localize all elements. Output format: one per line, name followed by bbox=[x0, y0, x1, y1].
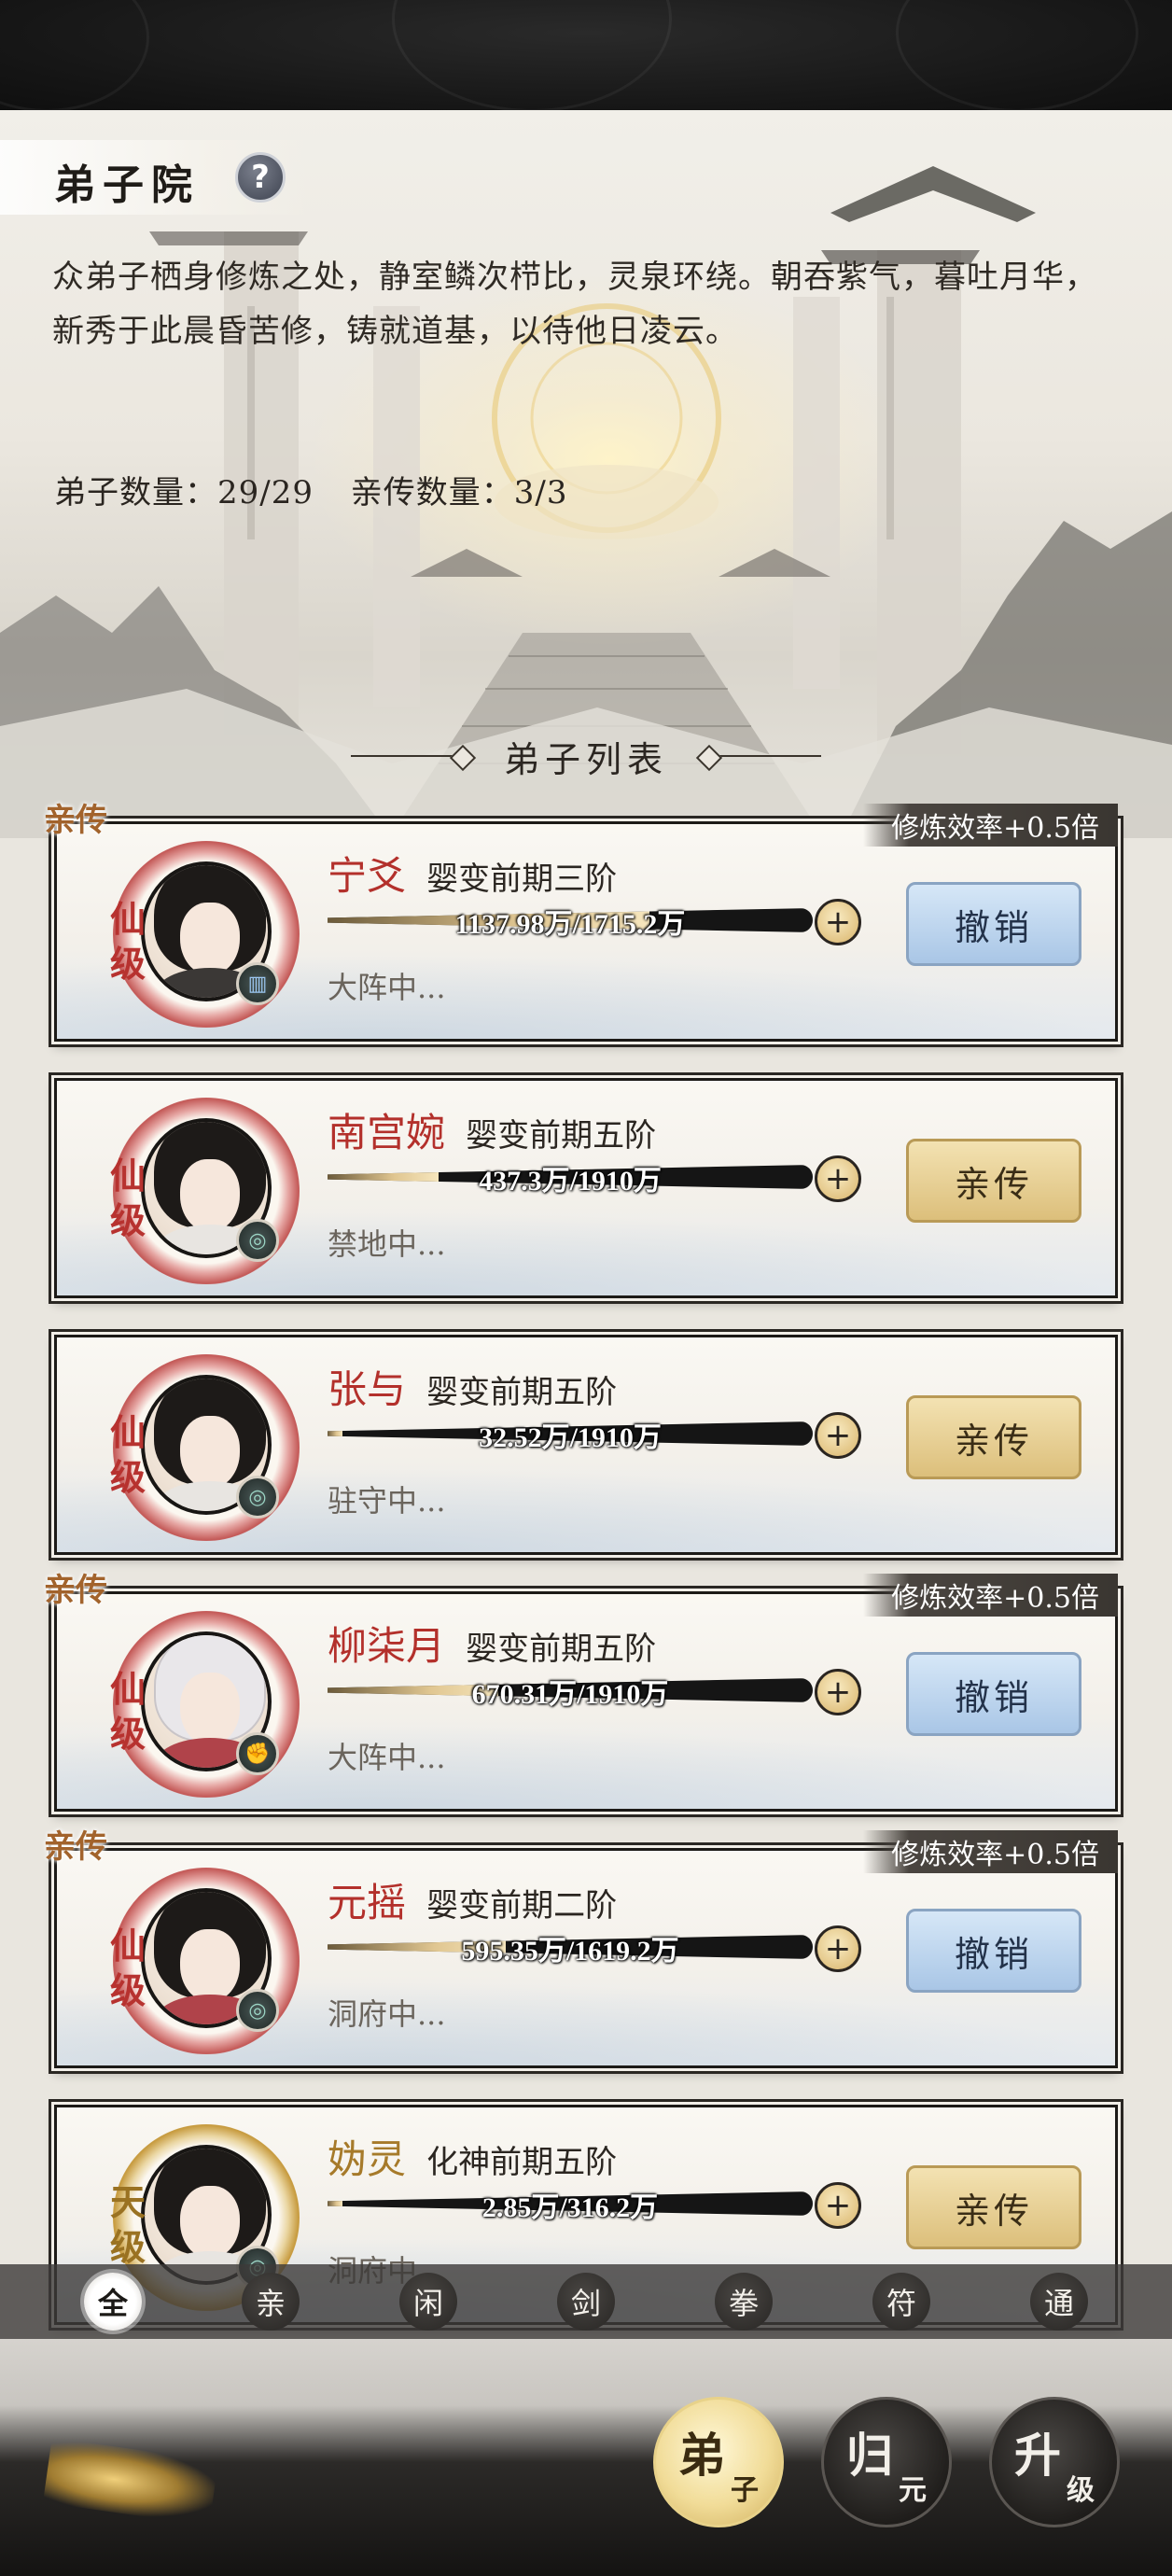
disciple-name-line: 妫灵 化神前期五阶 bbox=[328, 2128, 617, 2185]
filter-direct[interactable]: 亲 bbox=[242, 2273, 300, 2331]
bottom-nav-bar: 弟 子 归 元 升 级 bbox=[0, 2339, 1172, 2576]
revoke-button[interactable]: 撤销 bbox=[906, 882, 1081, 966]
cultivation-progress-text: 1137.98万/1715.2万 bbox=[454, 909, 686, 940]
nav-upgrade-button[interactable]: 升 级 bbox=[989, 2397, 1120, 2527]
disciple-card[interactable]: 仙级 ◎ 张与 婴变前期五阶 32.52万/1910万 + 驻守中... 亲传 bbox=[54, 1335, 1118, 1555]
filter-fist[interactable]: 拳 bbox=[715, 2273, 773, 2331]
grade-label: 仙级 bbox=[109, 1411, 146, 1498]
grade-label: 仙级 bbox=[109, 1155, 146, 1241]
cultivation-progress-text: 2.85万/316.2万 bbox=[481, 2192, 659, 2223]
disciple-name: 宁爻 bbox=[328, 853, 407, 899]
disciple-name-line: 柳柒月 婴变前期五阶 bbox=[328, 1615, 656, 1672]
add-cultivation-button[interactable]: + bbox=[815, 1925, 861, 1972]
swirl-icon: ◎ bbox=[236, 1989, 279, 2032]
disciple-card[interactable]: 亲传 修炼效率+0.5倍 仙级 ✊ 柳柒月 婴变前期五阶 670.31万/191… bbox=[44, 1572, 1118, 1812]
add-cultivation-button[interactable]: + bbox=[815, 2182, 861, 2229]
disciple-name-line: 元摇 婴变前期二阶 bbox=[328, 1871, 617, 1928]
disciple-name: 元摇 bbox=[328, 1880, 407, 1925]
list-heading: 弟子列表 bbox=[0, 728, 1172, 784]
cultivation-progress-text: 32.52万/1910万 bbox=[479, 1422, 662, 1453]
ornament-right bbox=[700, 745, 821, 767]
cultivation-progress-text: 437.3万/1910万 bbox=[479, 1166, 662, 1197]
disciple-name: 张与 bbox=[328, 1366, 407, 1412]
disciple-status: 大阵中... bbox=[328, 1740, 446, 1775]
make-direct-button[interactable]: 亲传 bbox=[906, 1139, 1081, 1223]
grade-label: 仙级 bbox=[109, 898, 146, 985]
nav-disciples-button[interactable]: 弟 子 bbox=[653, 2397, 784, 2527]
count-summary: 弟子数量：29/29 亲传数量：3/3 bbox=[54, 467, 594, 512]
nav-return-label: 归 bbox=[846, 2428, 893, 2483]
formation-icon: ▥ bbox=[236, 962, 279, 1005]
nav-disciples-label: 弟 bbox=[678, 2428, 725, 2483]
direct-disciple-tag: 亲传 bbox=[44, 1572, 107, 1609]
nav-disciples-sublabel: 子 bbox=[731, 2474, 759, 2507]
category-filter-bar: 全 亲 闲 剑 拳 符 通 bbox=[0, 2264, 1172, 2339]
revoke-button[interactable]: 撤销 bbox=[906, 1909, 1081, 1993]
disciple-count: 弟子数量：29/29 bbox=[54, 474, 314, 511]
disciple-status: 大阵中... bbox=[328, 970, 446, 1005]
top-decorative-band bbox=[0, 0, 1172, 112]
grade-label: 天级 bbox=[109, 2181, 146, 2268]
filter-all[interactable]: 全 bbox=[84, 2273, 142, 2331]
revoke-button[interactable]: 撤销 bbox=[906, 1652, 1081, 1736]
nav-return-button[interactable]: 归 元 bbox=[821, 2397, 952, 2527]
cultivation-bonus-tag: 修炼效率+0.5倍 bbox=[863, 804, 1118, 847]
nav-return-sublabel: 元 bbox=[899, 2474, 927, 2507]
disciple-name-line: 南宫婉 婴变前期五阶 bbox=[328, 1101, 656, 1158]
cultivation-bonus-tag: 修炼效率+0.5倍 bbox=[863, 1574, 1118, 1617]
disciple-name: 妫灵 bbox=[328, 2136, 407, 2182]
nav-upgrade-label: 升 bbox=[1014, 2428, 1061, 2483]
filter-idle[interactable]: 闲 bbox=[399, 2273, 457, 2331]
filter-talisman[interactable]: 符 bbox=[872, 2273, 930, 2331]
make-direct-button[interactable]: 亲传 bbox=[906, 1395, 1081, 1479]
disciple-realm: 婴变前期二阶 bbox=[426, 1887, 618, 1925]
disciple-status: 驻守中... bbox=[328, 1483, 446, 1519]
disciple-realm: 婴变前期五阶 bbox=[426, 1374, 618, 1411]
make-direct-button[interactable]: 亲传 bbox=[906, 2165, 1081, 2249]
add-cultivation-button[interactable]: + bbox=[815, 1669, 861, 1715]
direct-disciple-tag: 亲传 bbox=[44, 1828, 107, 1866]
grade-label: 仙级 bbox=[109, 1925, 146, 2011]
disciple-card[interactable]: 亲传 修炼效率+0.5倍 仙级 ◎ 元摇 婴变前期二阶 595.35万/1619… bbox=[44, 1828, 1118, 2068]
add-cultivation-button[interactable]: + bbox=[815, 899, 861, 945]
disciple-realm: 化神前期五阶 bbox=[426, 2144, 618, 2181]
add-cultivation-button[interactable]: + bbox=[815, 1155, 861, 1202]
intro-text: 众弟子栖身修炼之处，静室鳞次栉比，灵泉环绕。朝吞紫气，暮吐月华，新秀于此晨昏苦修… bbox=[52, 259, 1097, 350]
direct-count: 亲传数量：3/3 bbox=[350, 474, 568, 511]
filter-sword[interactable]: 剑 bbox=[557, 2273, 615, 2331]
ornament-left bbox=[350, 745, 472, 767]
disciple-name-line: 张与 婴变前期五阶 bbox=[328, 1358, 617, 1415]
fist-icon: ✊ bbox=[236, 1732, 279, 1775]
list-title: 弟子列表 bbox=[503, 738, 668, 780]
add-cultivation-button[interactable]: + bbox=[815, 1412, 861, 1459]
ink-brush-decoration bbox=[43, 2437, 218, 2527]
disciple-realm: 婴变前期五阶 bbox=[466, 1631, 657, 1668]
swirl-icon: ◎ bbox=[236, 1219, 279, 1262]
disciple-realm: 婴变前期五阶 bbox=[466, 1117, 657, 1155]
disciple-card[interactable]: 亲传 修炼效率+0.5倍 仙级 ▥ 宁爻 婴变前期三阶 1137.98万/171… bbox=[44, 802, 1118, 1042]
disciple-realm: 婴变前期三阶 bbox=[426, 861, 618, 898]
disciple-status: 洞府中... bbox=[328, 1996, 446, 2032]
disciple-name: 南宫婉 bbox=[328, 1110, 446, 1155]
page-title: 弟子院 bbox=[54, 161, 200, 209]
disciple-status: 禁地中... bbox=[328, 1226, 446, 1262]
nav-upgrade-sublabel: 级 bbox=[1067, 2474, 1095, 2507]
help-button[interactable]: ? bbox=[235, 152, 286, 203]
grade-label: 仙级 bbox=[109, 1668, 146, 1755]
cultivation-bonus-tag: 修炼效率+0.5倍 bbox=[863, 1830, 1118, 1873]
disciple-name: 柳柒月 bbox=[328, 1623, 446, 1669]
disciple-name-line: 宁爻 婴变前期三阶 bbox=[328, 845, 617, 902]
cultivation-progress-text: 595.35万/1619.2万 bbox=[461, 1936, 679, 1967]
swirl-icon: ◎ bbox=[236, 1476, 279, 1519]
direct-disciple-tag: 亲传 bbox=[44, 802, 107, 839]
cultivation-progress-text: 670.31万/1910万 bbox=[471, 1679, 669, 1710]
disciple-card[interactable]: 仙级 ◎ 南宫婉 婴变前期五阶 437.3万/1910万 + 禁地中... 亲传 bbox=[54, 1078, 1118, 1298]
filter-general[interactable]: 通 bbox=[1030, 2273, 1088, 2331]
